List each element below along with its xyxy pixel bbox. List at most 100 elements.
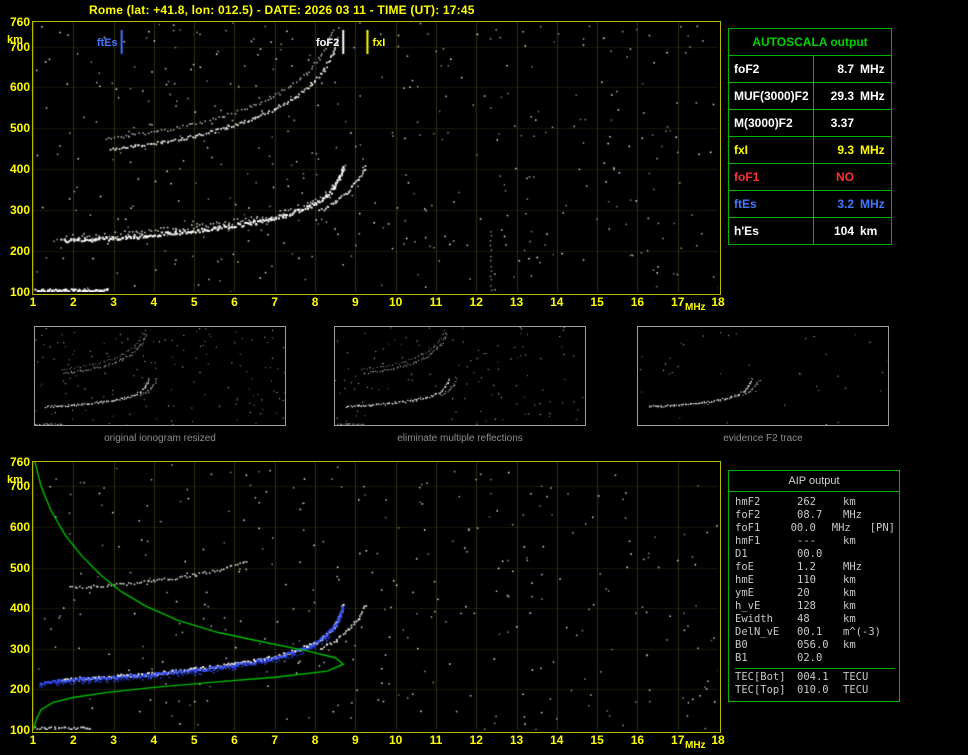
thumbnail-eliminate-reflections-canvas [335,327,585,425]
x-axis-tick-label: 6 [231,733,238,747]
x-axis-tick-label: 2 [69,733,77,747]
aip-row-unit: km [843,639,856,651]
thumbnail-original-ionogram [34,326,286,426]
aip-row-value: 110 [797,574,816,586]
aip-row-value: 08.7 [797,509,823,521]
autoscala-row-value: 8.7 MHz [814,56,891,82]
aip-row-label: hmF2 [735,496,761,508]
aip-row-unit: km [843,587,856,599]
x-axis-tick-label: 8 [311,295,319,309]
aip-row-unit: MHz [843,509,862,521]
x-axis-tick-label: 10 [388,733,403,747]
aip-row-label: DelN_vE [735,626,780,638]
aip-row-unit: MHz [843,561,862,573]
autoscala-unit: MHz [860,89,885,103]
autoscala-row-label: ftEs [729,191,814,217]
x-axis-tick-label: 6 [231,295,238,309]
thumbnail-evidence-f2 [637,326,889,426]
autoscala-row-value: 3.37 [814,110,891,136]
marker-label-fxi: fxI [372,37,386,49]
autoscala-row: M(3000)F2 3.37 [729,110,891,137]
x-axis-tick-label: 1 [29,295,37,309]
autoscala-row-label: h'Es [729,218,814,244]
x-axis-tick-label: 15 [590,295,604,309]
aip-row-label: B1 [735,652,748,664]
aip-row-label: hmE [735,574,754,586]
thumbnail-eliminate-reflections [334,326,586,426]
aip-row-value: 00.1 [797,626,823,638]
autoscala-row-label: foF1 [729,164,814,190]
aip-row: TEC[Bot] 004.1 TECU [735,671,895,684]
autoscala-row-value: 9.3 MHz [814,137,891,163]
thumbnail-original-ionogram-canvas [35,327,285,425]
thumbnail-caption-eliminate: eliminate multiple reflections [397,433,523,444]
aip-row-value: 02.0 [797,652,823,664]
autoscala-row: ftEs 3.2 MHz [729,191,891,218]
scaled-ionogram-plot [32,21,721,295]
autoscala-output-table: AUTOSCALA output foF2 8.7 MHz MUF(3000)F2 29… [728,28,892,245]
aip-row-label: TEC[Bot] [735,671,786,683]
x-axis-tick-label: 18 [711,733,725,747]
x-axis-tick-label: 3 [110,733,117,747]
aip-row: h_vE 128 km [735,600,895,613]
y-axis-tick-label: 760 [9,455,30,469]
x-axis-tick-label: 1 [29,733,37,747]
x-axis-tick-label: 4 [150,295,158,309]
aip-separator [735,668,895,669]
aip-row: TEC[Top] 010.0 TECU [735,684,895,697]
aip-row-value: --- [797,535,816,547]
aip-output-table: AIP output hmF2 262 km foF2 08.7 MHz foF1 00.0 M… [728,470,900,702]
y-axis-tick-label: 600 [9,80,30,95]
x-axis-tick-label: 9 [352,295,359,309]
autoscala-value: 29.3 [830,89,854,103]
autoscala-row-value: NO [814,164,891,190]
x-axis-tick-label: 13 [509,295,524,309]
x-axis-tick-label: 5 [190,733,198,747]
aip-row: foF2 08.7 MHz [735,509,895,522]
aip-row-value: 004.1 [797,671,829,683]
autoscala-unit: km [860,224,878,238]
aip-row-unit: km [843,600,856,612]
x-axis-tick-label: 7 [271,733,279,747]
aip-row-value: 262 [797,496,816,508]
y-axis-tick-label: 600 [9,519,30,534]
autoscala-row: h'Es 104 km [729,218,891,244]
page-title: Rome (lat: +41.8, lon: 012.5) - DATE: 20… [89,3,475,17]
aip-row-unit: km [843,574,856,586]
x-axis-unit-label: MHz [685,302,706,313]
aip-row: DelN_vE 00.1 m^(-3) [735,626,895,639]
aip-row-label: foF1 [735,522,761,534]
aip-row-label: TEC[Top] [735,684,786,696]
aip-row-label: foF2 [735,509,761,521]
autoscala-row-value: 29.3 MHz [814,83,891,109]
aip-row-label: foE [735,561,754,573]
y-axis-tick-label: 300 [9,203,30,218]
aip-row-label: hmF1 [735,535,761,547]
scaled-ionogram-canvas [33,22,718,292]
autoscala-row-label: M(3000)F2 [729,110,814,136]
y-axis-tick-label: 400 [9,162,30,177]
thumbnail-evidence-f2-canvas [638,327,888,425]
profile-ionogram-plot [32,461,721,733]
y-axis-unit-label: km [7,34,23,46]
x-axis-tick-label: 9 [352,733,359,747]
marker-label-fof2: foF2 [316,37,340,49]
aip-row-value: 48 [797,613,810,625]
aip-output-title: AIP output [729,471,899,492]
x-axis-tick-label: 5 [190,295,198,309]
aip-row-label: h_vE [735,600,761,612]
autoscala-unit: MHz [860,62,885,76]
aip-row-unit: km [843,535,856,547]
aip-row-value: 00.0 [797,548,823,560]
x-axis-tick-label: 16 [630,295,645,309]
aip-row: hmE 110 km [735,574,895,587]
autoscala-value: 8.7 [837,62,854,76]
autoscala-row-label: foF2 [729,56,814,82]
aip-output-rows: hmF2 262 km foF2 08.7 MHz foF1 00.0 MHz [PN] hmF1… [729,492,899,697]
x-axis-tick-label: 11 [429,295,443,309]
x-axis-tick-label: 10 [388,295,403,309]
x-axis-tick-label: 12 [469,733,483,747]
y-axis-tick-label: 500 [9,121,30,136]
x-axis-tick-label: 15 [590,733,604,747]
autoscala-output-title: AUTOSCALA output [729,29,891,56]
